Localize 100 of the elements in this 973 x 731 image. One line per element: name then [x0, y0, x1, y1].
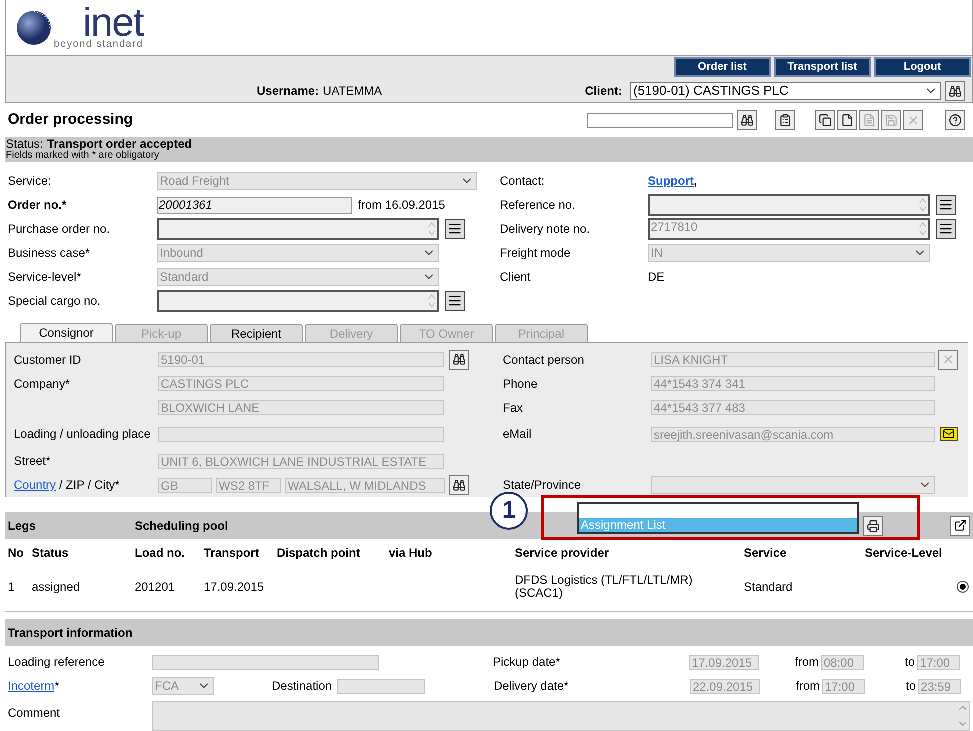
text-field[interactable]: GB — [158, 478, 212, 493]
text-field[interactable] — [158, 426, 444, 442]
date-field[interactable]: 17.09.2015 — [689, 654, 759, 670]
table-cell-text: 17.09.2015 — [204, 580, 266, 594]
text-field[interactable]: LISA KNIGHT — [651, 352, 935, 368]
text-field[interactable]: 44*1543 374 341 — [651, 376, 935, 392]
list-button[interactable] — [445, 219, 465, 239]
field-label: Destination — [272, 678, 334, 695]
nav-button[interactable]: Transport list — [774, 57, 871, 77]
search-field[interactable] — [587, 112, 733, 128]
number-field[interactable] — [157, 218, 439, 240]
text-field[interactable]: WALSALL, W MIDLANDS — [285, 478, 445, 493]
select-field[interactable]: FCA — [152, 677, 214, 695]
field-label: Phone — [503, 376, 539, 393]
field-label: * — [54, 678, 60, 695]
field-label: Loading / unloading place — [14, 427, 152, 442]
from-label: from — [795, 654, 819, 671]
save-button[interactable] — [881, 110, 901, 130]
list-button[interactable] — [445, 291, 465, 311]
status-value: Transport order accepted — [47, 138, 192, 150]
table-cell-text: DFDS Logistics (TL/FTL/LTL/MR) (SCAC1) — [515, 574, 694, 600]
copy-button[interactable] — [815, 110, 835, 130]
text-field[interactable] — [337, 678, 425, 694]
text-field[interactable] — [152, 654, 379, 670]
time-field[interactable]: 23:59 — [918, 678, 962, 694]
field-label: Freight mode — [500, 245, 572, 262]
field-label: Comment — [8, 705, 62, 722]
column-header: Service — [744, 546, 788, 560]
text-field[interactable]: 5190-01 — [158, 352, 444, 368]
printer-icon — [866, 520, 880, 532]
assignment-listbox[interactable]: Assignment List — [577, 502, 859, 534]
search-button[interactable] — [737, 110, 757, 130]
radio-button[interactable] — [957, 581, 969, 593]
comma-text: , — [694, 173, 698, 190]
envelope-icon — [943, 428, 955, 440]
time-field[interactable]: 17:00 — [917, 654, 960, 670]
spinner-arrows-icon — [919, 197, 927, 213]
tab[interactable]: Consignor — [20, 323, 113, 342]
delete-button[interactable] — [903, 110, 923, 130]
lookup-button[interactable] — [449, 350, 469, 370]
lines-icon — [939, 222, 953, 236]
to-label: to — [905, 654, 916, 671]
text-field[interactable]: sreejith.sreenivasan@scania.com — [651, 426, 935, 442]
table-cell-text: 1 — [8, 580, 16, 594]
select-field[interactable]: Standard — [157, 268, 439, 286]
details-button[interactable] — [859, 110, 879, 130]
tab[interactable]: Recipient — [210, 324, 303, 342]
field-label: Contact person — [503, 352, 586, 369]
time-field[interactable]: 17:00 — [822, 678, 865, 694]
assignment-option[interactable]: Assignment List — [579, 518, 857, 532]
number-field[interactable] — [157, 290, 439, 312]
select-field[interactable]: Road Freight — [157, 172, 477, 190]
select-field[interactable] — [651, 476, 935, 494]
column-header: Dispatch point — [277, 546, 362, 560]
select-field[interactable]: Inbound — [157, 244, 439, 262]
field-label: State/Province — [503, 477, 582, 494]
text-field[interactable]: WS2 8TF — [216, 478, 281, 493]
select-field[interactable]: IN — [648, 244, 930, 262]
column-header: Status — [32, 546, 70, 560]
country-link[interactable]: Country — [14, 476, 56, 494]
column-header: Transport — [204, 546, 260, 560]
order-number-field[interactable]: 20001361 — [157, 196, 352, 214]
column-header: Service-Level — [865, 546, 944, 560]
clear-button[interactable] — [938, 350, 958, 370]
text-field[interactable]: CASTINGS PLC — [158, 376, 444, 392]
search-client-button[interactable] — [945, 81, 966, 101]
mail-button[interactable] — [940, 427, 958, 442]
new-button[interactable] — [837, 110, 857, 130]
list-button[interactable] — [936, 195, 956, 215]
nav-button[interactable]: Logout — [874, 57, 971, 77]
list-view-button[interactable] — [775, 110, 795, 130]
text-field[interactable]: BLOXWICH LANE — [158, 400, 444, 416]
assign-button[interactable] — [863, 516, 883, 536]
time-field[interactable]: 08:00 — [821, 654, 864, 670]
field-label: Customer ID — [14, 352, 82, 367]
text-field[interactable]: UNIT 6, BLOXWICH LANE INDUSTRIAL ESTATE — [158, 454, 444, 469]
to-label: to — [906, 678, 916, 695]
field-label: Contact: — [500, 173, 546, 190]
comment-field[interactable] — [152, 701, 970, 731]
binoculars-icon — [740, 114, 754, 126]
number-field[interactable]: 2717810 — [648, 218, 930, 240]
support-link[interactable]: Support — [648, 172, 694, 190]
field-label: Delivery date* — [494, 678, 570, 695]
date-field[interactable]: 22.09.2015 — [690, 678, 760, 694]
lines-icon — [448, 294, 462, 308]
number-field[interactable] — [648, 194, 930, 216]
from-label: from — [796, 678, 820, 695]
column-header: No — [8, 546, 25, 560]
field-label: / ZIP / City* — [58, 477, 120, 494]
list-button[interactable] — [936, 219, 956, 239]
help-button[interactable] — [945, 110, 965, 130]
scheduling-pool-title: Scheduling pool — [135, 518, 228, 534]
client-select[interactable]: (5190-01) CASTINGS PLC — [630, 82, 942, 100]
export-button[interactable] — [950, 516, 970, 536]
nav-button[interactable]: Order list — [674, 57, 771, 77]
lookup-button[interactable] — [449, 475, 469, 496]
spinner-arrows-icon — [428, 293, 436, 309]
incoterm-link[interactable]: Incoterm — [8, 677, 55, 695]
text-field[interactable]: 44*1543 377 483 — [651, 400, 935, 416]
binoculars-icon — [452, 353, 466, 366]
